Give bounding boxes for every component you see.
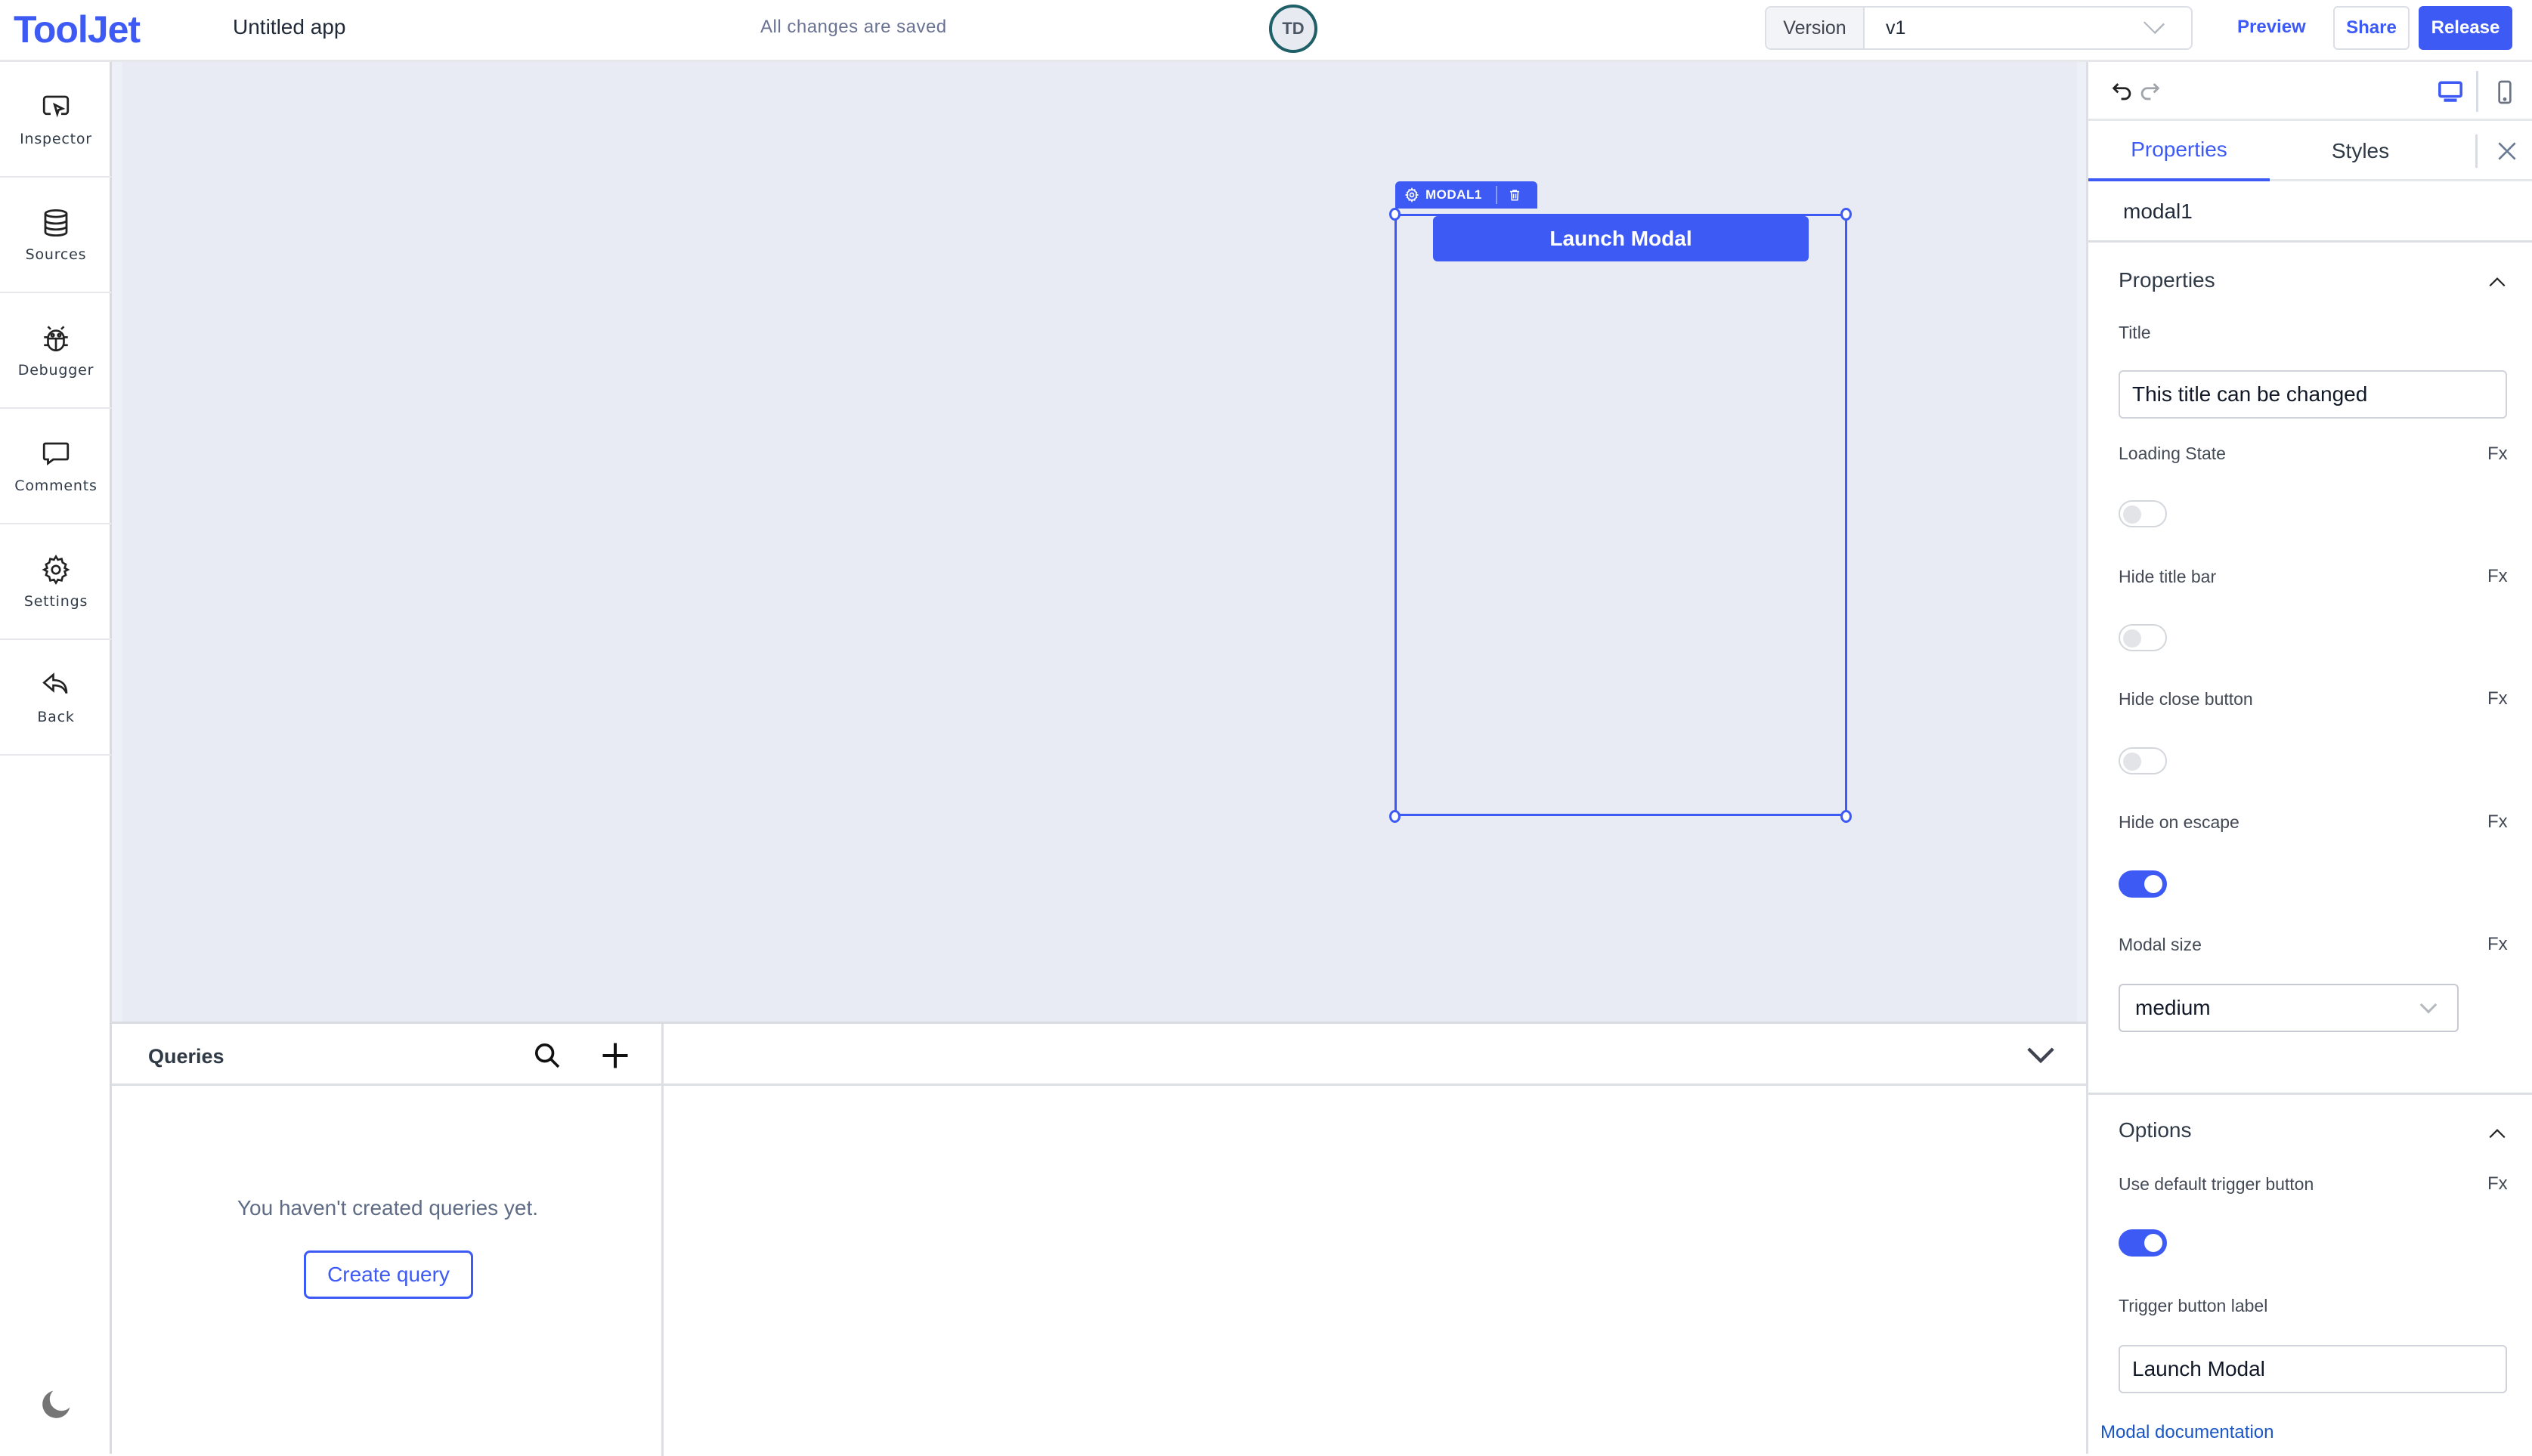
version-label: Version	[1766, 8, 1865, 48]
hide-on-escape-label: Hide on escape	[2119, 812, 2239, 832]
modal-size-label: Modal size	[2119, 935, 2202, 954]
bug-icon	[44, 325, 68, 351]
tab-properties[interactable]: Properties	[2088, 121, 2270, 181]
mobile-icon[interactable]	[2496, 80, 2513, 104]
sidebar-item-label: Sources	[25, 246, 87, 263]
modal-component[interactable]	[1394, 214, 1847, 816]
left-sidebar: Inspector Sources Debugger Comments Sett…	[0, 62, 112, 1454]
loading-state-toggle[interactable]	[2119, 500, 2167, 527]
chevron-up-icon[interactable]	[2487, 1124, 2507, 1143]
query-list: Queries You haven't created queries yet.…	[112, 1024, 664, 1456]
chevron-down-icon[interactable]	[2024, 1042, 2057, 1069]
release-button[interactable]: Release	[2419, 6, 2512, 50]
toolbar-divider	[2476, 71, 2478, 112]
comment-icon	[42, 442, 70, 465]
top-header: ToolJet Untitled app All changes are sav…	[0, 0, 2532, 62]
sidebar-item-label: Back	[37, 708, 75, 725]
tab-styles[interactable]: Styles	[2270, 121, 2451, 181]
save-status: All changes are saved	[760, 17, 947, 37]
gear-icon[interactable]	[1404, 187, 1419, 202]
hide-title-bar-toggle[interactable]	[2119, 624, 2167, 651]
sidebar-item-label: Comments	[14, 477, 98, 494]
sidebar-item-settings[interactable]: Settings	[0, 524, 112, 640]
sidebar-item-label: Settings	[23, 592, 88, 610]
queries-title: Queries	[148, 1045, 224, 1068]
desktop-icon[interactable]	[2438, 80, 2463, 104]
query-panel: Queries You haven't created queries yet.…	[112, 1022, 2086, 1456]
component-name[interactable]: modal1	[2123, 199, 2193, 224]
component-tag-label: MODAL1	[1425, 187, 1482, 202]
inspector-toolbar	[2088, 62, 2532, 121]
sidebar-item-back[interactable]: Back	[0, 640, 112, 756]
chevron-up-icon[interactable]	[2487, 272, 2507, 292]
fx-toggle[interactable]: Fx	[2487, 811, 2508, 833]
version-dropdown[interactable]: v1	[1865, 8, 2191, 48]
empty-queries-message: You haven't created queries yet.	[237, 1196, 539, 1220]
fx-toggle[interactable]: Fx	[2487, 444, 2508, 465]
resize-handle-top-left[interactable]	[1389, 208, 1401, 221]
fx-toggle[interactable]: Fx	[2487, 688, 2508, 709]
modal-documentation-link[interactable]: Modal documentation	[2100, 1422, 2274, 1443]
use-default-trigger-toggle[interactable]	[2119, 1229, 2167, 1257]
create-query-button[interactable]: Create query	[304, 1250, 473, 1299]
avatar[interactable]: TD	[1269, 5, 1317, 53]
fx-toggle[interactable]: Fx	[2487, 566, 2508, 587]
preview-button[interactable]: Preview	[2237, 11, 2306, 44]
hide-title-bar-label: Hide title bar	[2119, 567, 2217, 586]
title-input[interactable]: This title can be changed	[2119, 370, 2507, 419]
hide-close-button-label: Hide close button	[2119, 689, 2253, 709]
divider	[2088, 1093, 2532, 1095]
resize-handle-bottom-right[interactable]	[1840, 810, 1852, 823]
trash-icon[interactable]	[1508, 187, 1521, 202]
inspector-tabs: Properties Styles	[2088, 121, 2532, 181]
undo-icon[interactable]	[2109, 79, 2135, 104]
hide-on-escape-toggle[interactable]	[2119, 870, 2167, 898]
sidebar-item-inspector[interactable]: Inspector	[0, 62, 112, 178]
use-default-trigger-label: Use default trigger button	[2119, 1174, 2314, 1194]
plus-icon[interactable]	[599, 1039, 632, 1072]
tooljet-logo[interactable]: ToolJet	[14, 8, 141, 51]
moon-icon[interactable]	[39, 1388, 73, 1421]
search-icon[interactable]	[532, 1040, 562, 1071]
chevron-down-icon	[2419, 996, 2438, 1014]
launch-modal-button[interactable]: Launch Modal	[1433, 216, 1809, 261]
inspector-icon	[42, 95, 70, 117]
sidebar-item-label: Debugger	[17, 361, 94, 379]
resize-handle-top-right[interactable]	[1840, 208, 1852, 221]
close-icon[interactable]	[2495, 139, 2519, 163]
modal-size-select[interactable]: medium	[2119, 984, 2459, 1032]
back-arrow-icon	[42, 672, 68, 694]
fx-toggle[interactable]: Fx	[2487, 1173, 2508, 1195]
gear-icon	[42, 554, 70, 585]
loading-state-label: Loading State	[2119, 444, 2226, 463]
fx-toggle[interactable]: Fx	[2487, 934, 2508, 955]
component-tag[interactable]: MODAL1	[1395, 181, 1537, 209]
trigger-button-label-label: Trigger button label	[2119, 1296, 2268, 1315]
divider	[2088, 240, 2532, 243]
hide-close-button-toggle[interactable]	[2119, 747, 2167, 774]
sidebar-item-debugger[interactable]: Debugger	[0, 293, 112, 409]
sidebar-item-sources[interactable]: Sources	[0, 178, 112, 293]
canvas-left-edge	[112, 62, 122, 1022]
chevron-down-icon	[2143, 12, 2165, 35]
app-name[interactable]: Untitled app	[233, 15, 345, 39]
properties-section-title[interactable]: Properties	[2119, 268, 2215, 292]
version-selector[interactable]: Version v1	[1765, 6, 2193, 50]
inspector-panel: Properties Styles modal1 Properties Titl…	[2086, 62, 2532, 1454]
tag-divider	[1495, 186, 1497, 204]
sidebar-item-comments[interactable]: Comments	[0, 409, 112, 524]
title-label: Title	[2119, 323, 2151, 342]
sidebar-item-label: Inspector	[20, 130, 92, 147]
database-icon	[44, 209, 68, 236]
resize-handle-bottom-left[interactable]	[1389, 810, 1401, 823]
options-section-title[interactable]: Options	[2119, 1118, 2192, 1142]
redo-icon[interactable]	[2137, 79, 2162, 104]
modal-size-value: medium	[2135, 996, 2211, 1019]
version-value: v1	[1886, 17, 1906, 39]
trigger-button-label-input[interactable]: Launch Modal	[2119, 1345, 2507, 1393]
tab-divider	[2475, 134, 2478, 168]
canvas-right-edge	[2077, 62, 2086, 1022]
share-button[interactable]: Share	[2333, 6, 2410, 50]
